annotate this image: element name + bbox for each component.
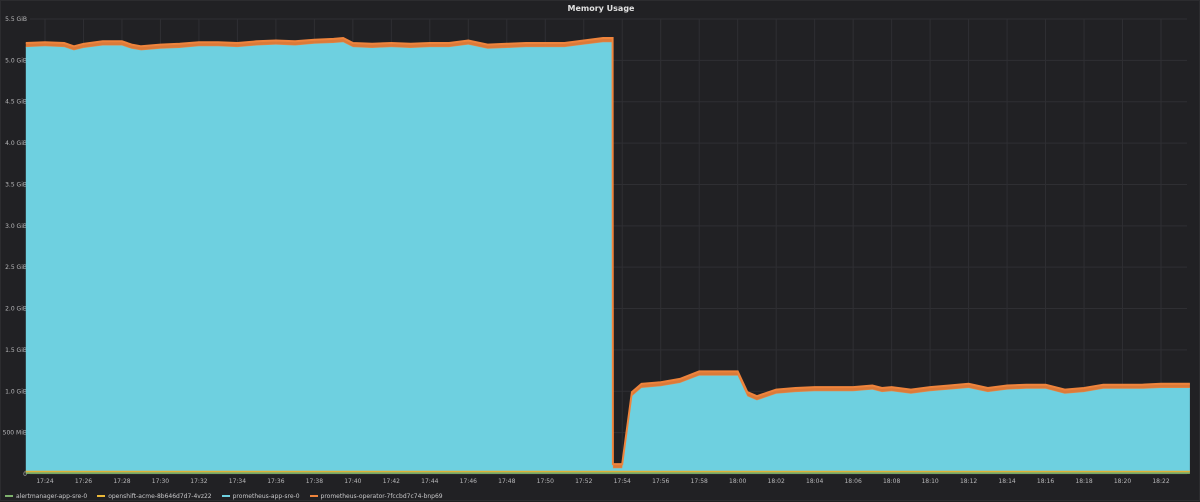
y-tick-label: 1.0 GiB [5, 388, 27, 395]
x-tick-label: 18:06 [844, 478, 861, 485]
x-tick-label: 18:02 [768, 478, 785, 485]
x-tick-label: 17:50 [537, 478, 554, 485]
x-tick-label: 18:08 [883, 478, 900, 485]
series-area-3 [25, 42, 1190, 471]
x-tick-label: 18:10 [921, 478, 938, 485]
x-tick-label: 17:24 [36, 478, 53, 485]
y-tick-label: 4.0 GiB [5, 140, 27, 147]
y-tick-label: 2.5 GiB [5, 264, 27, 271]
y-tick-label: 4.5 GiB [5, 99, 27, 106]
y-tick-label: 500 MiB [3, 430, 27, 437]
x-tick-label: 18:22 [1152, 478, 1169, 485]
legend-label: prometheus-operator-7fccbd7c74-bnp69 [320, 492, 443, 500]
x-tick-label: 17:30 [152, 478, 169, 485]
legend-item[interactable]: openshift-acme-8b646d7d7-4vz22 [97, 492, 212, 500]
x-tick-label: 17:42 [383, 478, 400, 485]
chart-legend: alertmanager-app-sre-0 openshift-acme-8b6… [5, 491, 443, 501]
x-tick-label: 18:14 [998, 478, 1015, 485]
x-tick-label: 18:20 [1114, 478, 1131, 485]
x-tick-label: 17:52 [575, 478, 592, 485]
x-tick-label: 18:00 [729, 478, 746, 485]
x-tick-label: 18:04 [806, 478, 823, 485]
x-tick-label: 18:12 [960, 478, 977, 485]
x-tick-label: 17:58 [691, 478, 708, 485]
x-tick-label: 17:54 [614, 478, 631, 485]
legend-item[interactable]: alertmanager-app-sre-0 [5, 493, 87, 500]
y-tick-label: 3.5 GiB [5, 181, 27, 188]
legend-item[interactable]: prometheus-operator-7fccbd7c74-bnp69 [309, 492, 443, 500]
x-tick-label: 17:40 [344, 478, 361, 485]
x-tick-label: 18:18 [1075, 478, 1092, 485]
memory-usage-panel: Memory Usage 0 500 MiB 1.0 GiB 1.5 GiB 2.0 G… [0, 0, 1200, 501]
x-tick-label: 17:28 [113, 478, 130, 485]
x-tick-label: 17:46 [460, 478, 477, 485]
y-tick-label: 3.0 GiB [5, 223, 27, 230]
legend-label: openshift-acme-8b646d7d7-4vz22 [108, 492, 212, 500]
memory-usage-chart: 0500 MiB1.0 GiB1.5 GiB2.0 GiB2.5 GiB3.0 … [3, 16, 1190, 485]
y-tick-label: 5.0 GiB [5, 57, 27, 64]
y-tick-label: 5.5 GiB [5, 16, 27, 23]
legend-label: alertmanager-app-sre-0 [16, 492, 88, 500]
legend-item[interactable]: prometheus-app-sre-0 [221, 492, 300, 500]
x-tick-label: 17:48 [498, 478, 515, 485]
y-tick-label: 2.0 GiB [5, 306, 27, 313]
legend-swatch [309, 495, 318, 497]
x-tick-label: 18:16 [1037, 478, 1054, 485]
x-tick-label: 17:32 [190, 478, 207, 485]
legend-label: prometheus-app-sre-0 [232, 492, 300, 500]
legend-swatch [221, 495, 230, 497]
x-tick-label: 17:26 [75, 478, 92, 485]
x-tick-label: 17:34 [229, 478, 246, 485]
x-tick-label: 17:36 [267, 478, 284, 485]
legend-swatch [97, 495, 106, 497]
x-tick-label: 17:56 [652, 478, 669, 485]
x-tick-label: 17:44 [421, 478, 438, 485]
legend-swatch [5, 495, 13, 497]
y-tick-label: 1.5 GiB [5, 347, 27, 354]
x-tick-label: 17:38 [306, 478, 323, 485]
